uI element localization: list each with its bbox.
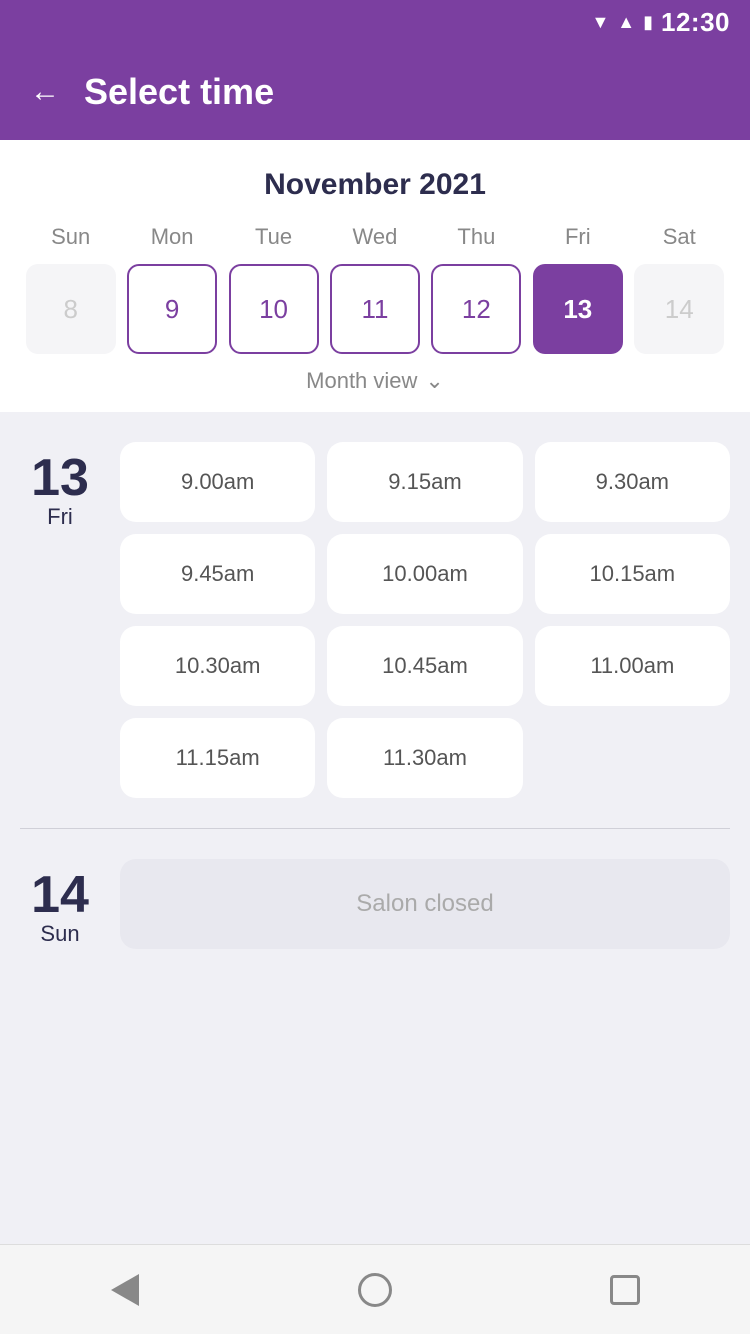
date-cell-10[interactable]: 10: [229, 264, 319, 354]
weekdays-row: Sun Mon Tue Wed Thu Fri Sat: [20, 224, 730, 250]
schedule-section: 13 Fri 9.00am 9.15am 9.30am 9.45am 10.00…: [0, 412, 750, 1244]
chevron-down-icon: ⌄: [425, 368, 443, 394]
date-cell-14[interactable]: 14: [634, 264, 724, 354]
weekday-mon: Mon: [127, 224, 217, 250]
day-name-14: Sun: [40, 921, 79, 947]
month-view-toggle[interactable]: Month view ⌄: [20, 368, 730, 394]
time-slot-915am[interactable]: 9.15am: [327, 442, 522, 522]
weekday-sat: Sat: [634, 224, 724, 250]
weekday-sun: Sun: [26, 224, 116, 250]
weekday-wed: Wed: [330, 224, 420, 250]
date-cell-12[interactable]: 12: [431, 264, 521, 354]
month-view-label: Month view: [306, 368, 417, 394]
day-block-14: 14 Sun Salon closed: [20, 859, 730, 949]
home-circle-icon: [358, 1273, 392, 1307]
header: ← Select time: [0, 44, 750, 140]
time-slot-900am[interactable]: 9.00am: [120, 442, 315, 522]
weekday-thu: Thu: [431, 224, 521, 250]
time-slots-grid-13: 9.00am 9.15am 9.30am 9.45am 10.00am 10.1…: [120, 442, 730, 798]
time-slot-1100am[interactable]: 11.00am: [535, 626, 730, 706]
time-slot-1000am[interactable]: 10.00am: [327, 534, 522, 614]
recents-square-icon: [610, 1275, 640, 1305]
salon-closed-message: Salon closed: [120, 859, 730, 949]
time-slot-930am[interactable]: 9.30am: [535, 442, 730, 522]
month-year-label: November 2021: [20, 168, 730, 202]
nav-back-button[interactable]: [100, 1265, 150, 1315]
page-title: Select time: [84, 71, 274, 113]
day-label-14: 14 Sun: [20, 859, 100, 949]
status-time: 12:30: [661, 7, 730, 38]
status-icons: ▼ ▲ ▮ 12:30: [591, 7, 730, 38]
time-slot-1130am[interactable]: 11.30am: [327, 718, 522, 798]
date-cell-11[interactable]: 11: [330, 264, 420, 354]
closed-slots-14: Salon closed: [120, 859, 730, 949]
calendar-section: November 2021 Sun Mon Tue Wed Thu Fri Sa…: [0, 140, 750, 412]
day-label-13: 13 Fri: [20, 442, 100, 798]
wifi-icon: ▼: [591, 12, 609, 33]
nav-home-button[interactable]: [350, 1265, 400, 1315]
time-slot-1030am[interactable]: 10.30am: [120, 626, 315, 706]
day-name-13: Fri: [47, 504, 73, 530]
weekday-tue: Tue: [229, 224, 319, 250]
status-bar: ▼ ▲ ▮ 12:30: [0, 0, 750, 44]
time-slot-1045am[interactable]: 10.45am: [327, 626, 522, 706]
signal-icon: ▲: [617, 12, 635, 33]
back-triangle-icon: [111, 1274, 139, 1306]
back-button[interactable]: ←: [30, 75, 60, 109]
day-block-13: 13 Fri 9.00am 9.15am 9.30am 9.45am 10.00…: [20, 442, 730, 798]
day-number-14: 14: [31, 869, 89, 921]
nav-recents-button[interactable]: [600, 1265, 650, 1315]
dates-row: 8 9 10 11 12 13 14: [20, 264, 730, 354]
day-divider: [20, 828, 730, 829]
date-cell-9[interactable]: 9: [127, 264, 217, 354]
time-slot-1015am[interactable]: 10.15am: [535, 534, 730, 614]
time-slot-945am[interactable]: 9.45am: [120, 534, 315, 614]
weekday-fri: Fri: [533, 224, 623, 250]
date-cell-8[interactable]: 8: [26, 264, 116, 354]
battery-icon: ▮: [643, 12, 653, 33]
back-arrow-icon: ←: [30, 75, 60, 109]
day-number-13: 13: [31, 452, 89, 504]
bottom-nav: [0, 1244, 750, 1334]
date-cell-13[interactable]: 13: [533, 264, 623, 354]
time-slot-1115am[interactable]: 11.15am: [120, 718, 315, 798]
